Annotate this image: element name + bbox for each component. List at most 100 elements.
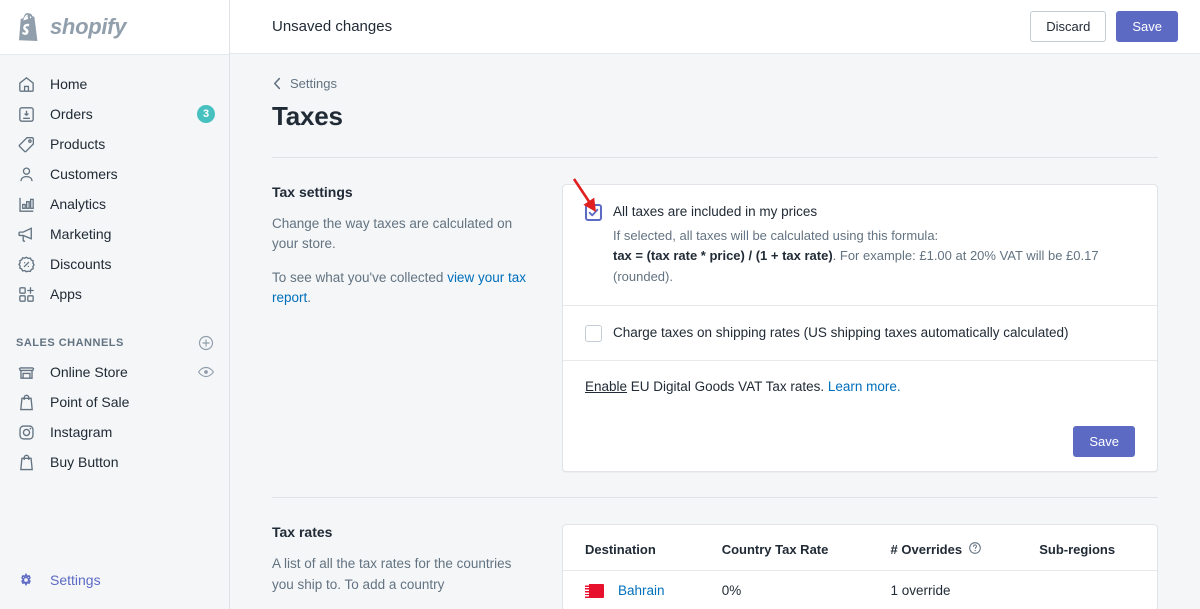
taxes-included-label: All taxes are included in my prices	[613, 204, 818, 219]
save-button-topbar[interactable]: Save	[1116, 10, 1178, 43]
gear-icon	[16, 570, 36, 590]
sidebar-item-products[interactable]: Products	[0, 129, 229, 159]
discount-icon	[16, 254, 36, 274]
cell-country-tax-rate: 0%	[721, 583, 742, 599]
tax-report-paragraph: To see what you've collected view your t…	[272, 268, 532, 309]
tax-rates-intro: Tax rates A list of all the tax rates fo…	[272, 524, 562, 609]
eu-vat-text: EU Digital Goods VAT Tax rates.	[627, 378, 828, 394]
tax-settings-intro: Tax settings Change the way taxes are ca…	[272, 184, 562, 472]
sidebar-item-apps[interactable]: Apps	[0, 279, 229, 309]
taxes-included-checkbox[interactable]	[585, 204, 602, 221]
sidebar-item-label: Analytics	[50, 196, 107, 212]
overrides-head-wrap: # Overrides	[891, 541, 1020, 558]
sidebar-item-label: Apps	[50, 286, 82, 302]
tax-rates-table-body: Bahrain 0% 1 override	[563, 571, 1157, 609]
shipping-taxes-label: Charge taxes on shipping rates (US shipp…	[613, 324, 1069, 340]
sidebar-item-label: Marketing	[50, 226, 112, 242]
sidebar-item-orders[interactable]: Orders 3	[0, 99, 229, 129]
main-area: Unsaved changes Discard Save Settings Ta…	[230, 0, 1200, 609]
tax-rates-table-head: Destination Country Tax Rate # Overrides	[563, 525, 1157, 572]
question-circle-icon[interactable]	[968, 541, 982, 558]
sidebar-item-marketing[interactable]: Marketing	[0, 219, 229, 249]
shipping-taxes-checkbox-line[interactable]: Charge taxes on shipping rates (US shipp…	[585, 324, 1135, 342]
shopify-admin: shopify Home Orders 3 Products Customers…	[0, 0, 1200, 609]
sidebar-item-instagram[interactable]: Instagram	[0, 417, 229, 447]
col-overrides: # Overrides	[880, 525, 1030, 572]
storefront-icon	[16, 362, 36, 382]
discard-button[interactable]: Discard	[1030, 10, 1107, 43]
sidebar-settings-row: Settings	[0, 565, 229, 595]
sidebar-item-analytics[interactable]: Analytics	[0, 189, 229, 219]
apps-icon	[16, 284, 36, 304]
col-overrides-label: # Overrides	[890, 542, 963, 558]
tax-rates-card: Destination Country Tax Rate # Overrides	[562, 524, 1158, 609]
sales-channels-header: SALES CHANNELS	[0, 329, 229, 357]
sidebar-item-online-store[interactable]: Online Store	[0, 357, 229, 387]
unsaved-changes-label: Unsaved changes	[272, 18, 393, 35]
sidebar-item-settings[interactable]: Settings	[0, 565, 229, 595]
table-row[interactable]: Bahrain 0% 1 override	[563, 571, 1157, 609]
person-icon	[16, 164, 36, 184]
sidebar-item-home[interactable]: Home	[0, 69, 229, 99]
shipping-taxes-checkbox[interactable]	[585, 324, 602, 342]
shopify-bag-icon	[16, 452, 36, 472]
helper-line-2: tax = (tax rate * price) / (1 + tax rate…	[613, 246, 1135, 286]
taxes-included-checkbox-line[interactable]: All taxes are included in my prices	[585, 203, 1135, 221]
col-sub-regions: Sub-regions	[1029, 525, 1157, 572]
tax-settings-description: Change the way taxes are calculated on y…	[272, 216, 513, 252]
tax-settings-section: Tax settings Change the way taxes are ca…	[272, 158, 1158, 473]
context-bar: Unsaved changes Discard Save	[230, 0, 1200, 54]
tax-rates-description: A list of all the tax rates for the coun…	[272, 556, 512, 592]
page-content: Settings Taxes Tax settings Change the w…	[230, 54, 1200, 609]
bahrain-flag-icon	[585, 583, 604, 598]
shipping-taxes-row: Charge taxes on shipping rates (US shipp…	[563, 304, 1157, 360]
sidebar-item-label: Orders	[50, 106, 93, 122]
sidebar-item-label: Point of Sale	[50, 394, 130, 410]
breadcrumb[interactable]: Settings	[272, 76, 1158, 91]
megaphone-icon	[16, 224, 36, 244]
orders-count-badge: 3	[197, 105, 215, 123]
tax-settings-card-wrap: All taxes are included in my prices If s…	[562, 184, 1158, 473]
sidebar-item-buy-button[interactable]: Buy Button	[0, 447, 229, 477]
tax-settings-card-footer: Save	[563, 412, 1157, 472]
cell-destination: Bahrain	[563, 571, 712, 609]
primary-nav: Home Orders 3 Products Customers Analyti…	[0, 55, 229, 309]
destination-link[interactable]: Bahrain	[618, 583, 665, 598]
tax-report-prefix: To see what you've collected	[272, 269, 448, 285]
tax-rates-heading: Tax rates	[272, 524, 333, 541]
save-button-card[interactable]: Save	[1073, 425, 1135, 458]
sidebar-item-customers[interactable]: Customers	[0, 159, 229, 189]
cell-overrides: 1 override	[890, 583, 951, 599]
enable-eu-vat-link[interactable]: Enable	[585, 379, 627, 394]
table-header-row: Destination Country Tax Rate # Overrides	[563, 525, 1157, 572]
shopify-logo[interactable]: shopify	[0, 0, 229, 55]
bar-chart-icon	[16, 194, 36, 214]
instagram-icon	[16, 422, 36, 442]
sidebar-item-label: Discounts	[50, 256, 112, 272]
sidebar-item-label: Online Store	[50, 364, 128, 380]
orders-icon	[16, 104, 36, 124]
sales-channels-title: SALES CHANNELS	[16, 337, 124, 349]
tax-settings-card: All taxes are included in my prices If s…	[562, 184, 1158, 473]
eye-icon[interactable]	[197, 363, 215, 381]
sidebar-item-label: Instagram	[50, 424, 113, 440]
tax-settings-heading: Tax settings	[272, 184, 353, 200]
tax-rates-table: Destination Country Tax Rate # Overrides	[563, 525, 1157, 609]
sidebar-item-label: Settings	[50, 572, 101, 588]
breadcrumb-label: Settings	[290, 76, 337, 91]
shopify-bag-icon	[16, 392, 36, 412]
col-country-tax-rate: Country Tax Rate	[711, 525, 881, 572]
tag-icon	[16, 134, 36, 154]
tax-report-suffix: .	[307, 289, 312, 305]
plus-circle-icon[interactable]	[197, 334, 215, 352]
col-destination: Destination	[563, 525, 712, 572]
learn-more-link[interactable]: Learn more.	[828, 379, 901, 394]
sidebar-item-label: Home	[50, 76, 88, 92]
helper-line-1: If selected, all taxes will be calculate…	[613, 228, 939, 244]
chevron-left-icon	[272, 77, 283, 90]
home-icon	[16, 74, 36, 94]
sidebar-item-discounts[interactable]: Discounts	[0, 249, 229, 279]
sidebar-item-point-of-sale[interactable]: Point of Sale	[0, 387, 229, 417]
sidebar: shopify Home Orders 3 Products Customers…	[0, 0, 230, 609]
tax-formula: tax = (tax rate * price) / (1 + tax rate…	[613, 248, 833, 264]
